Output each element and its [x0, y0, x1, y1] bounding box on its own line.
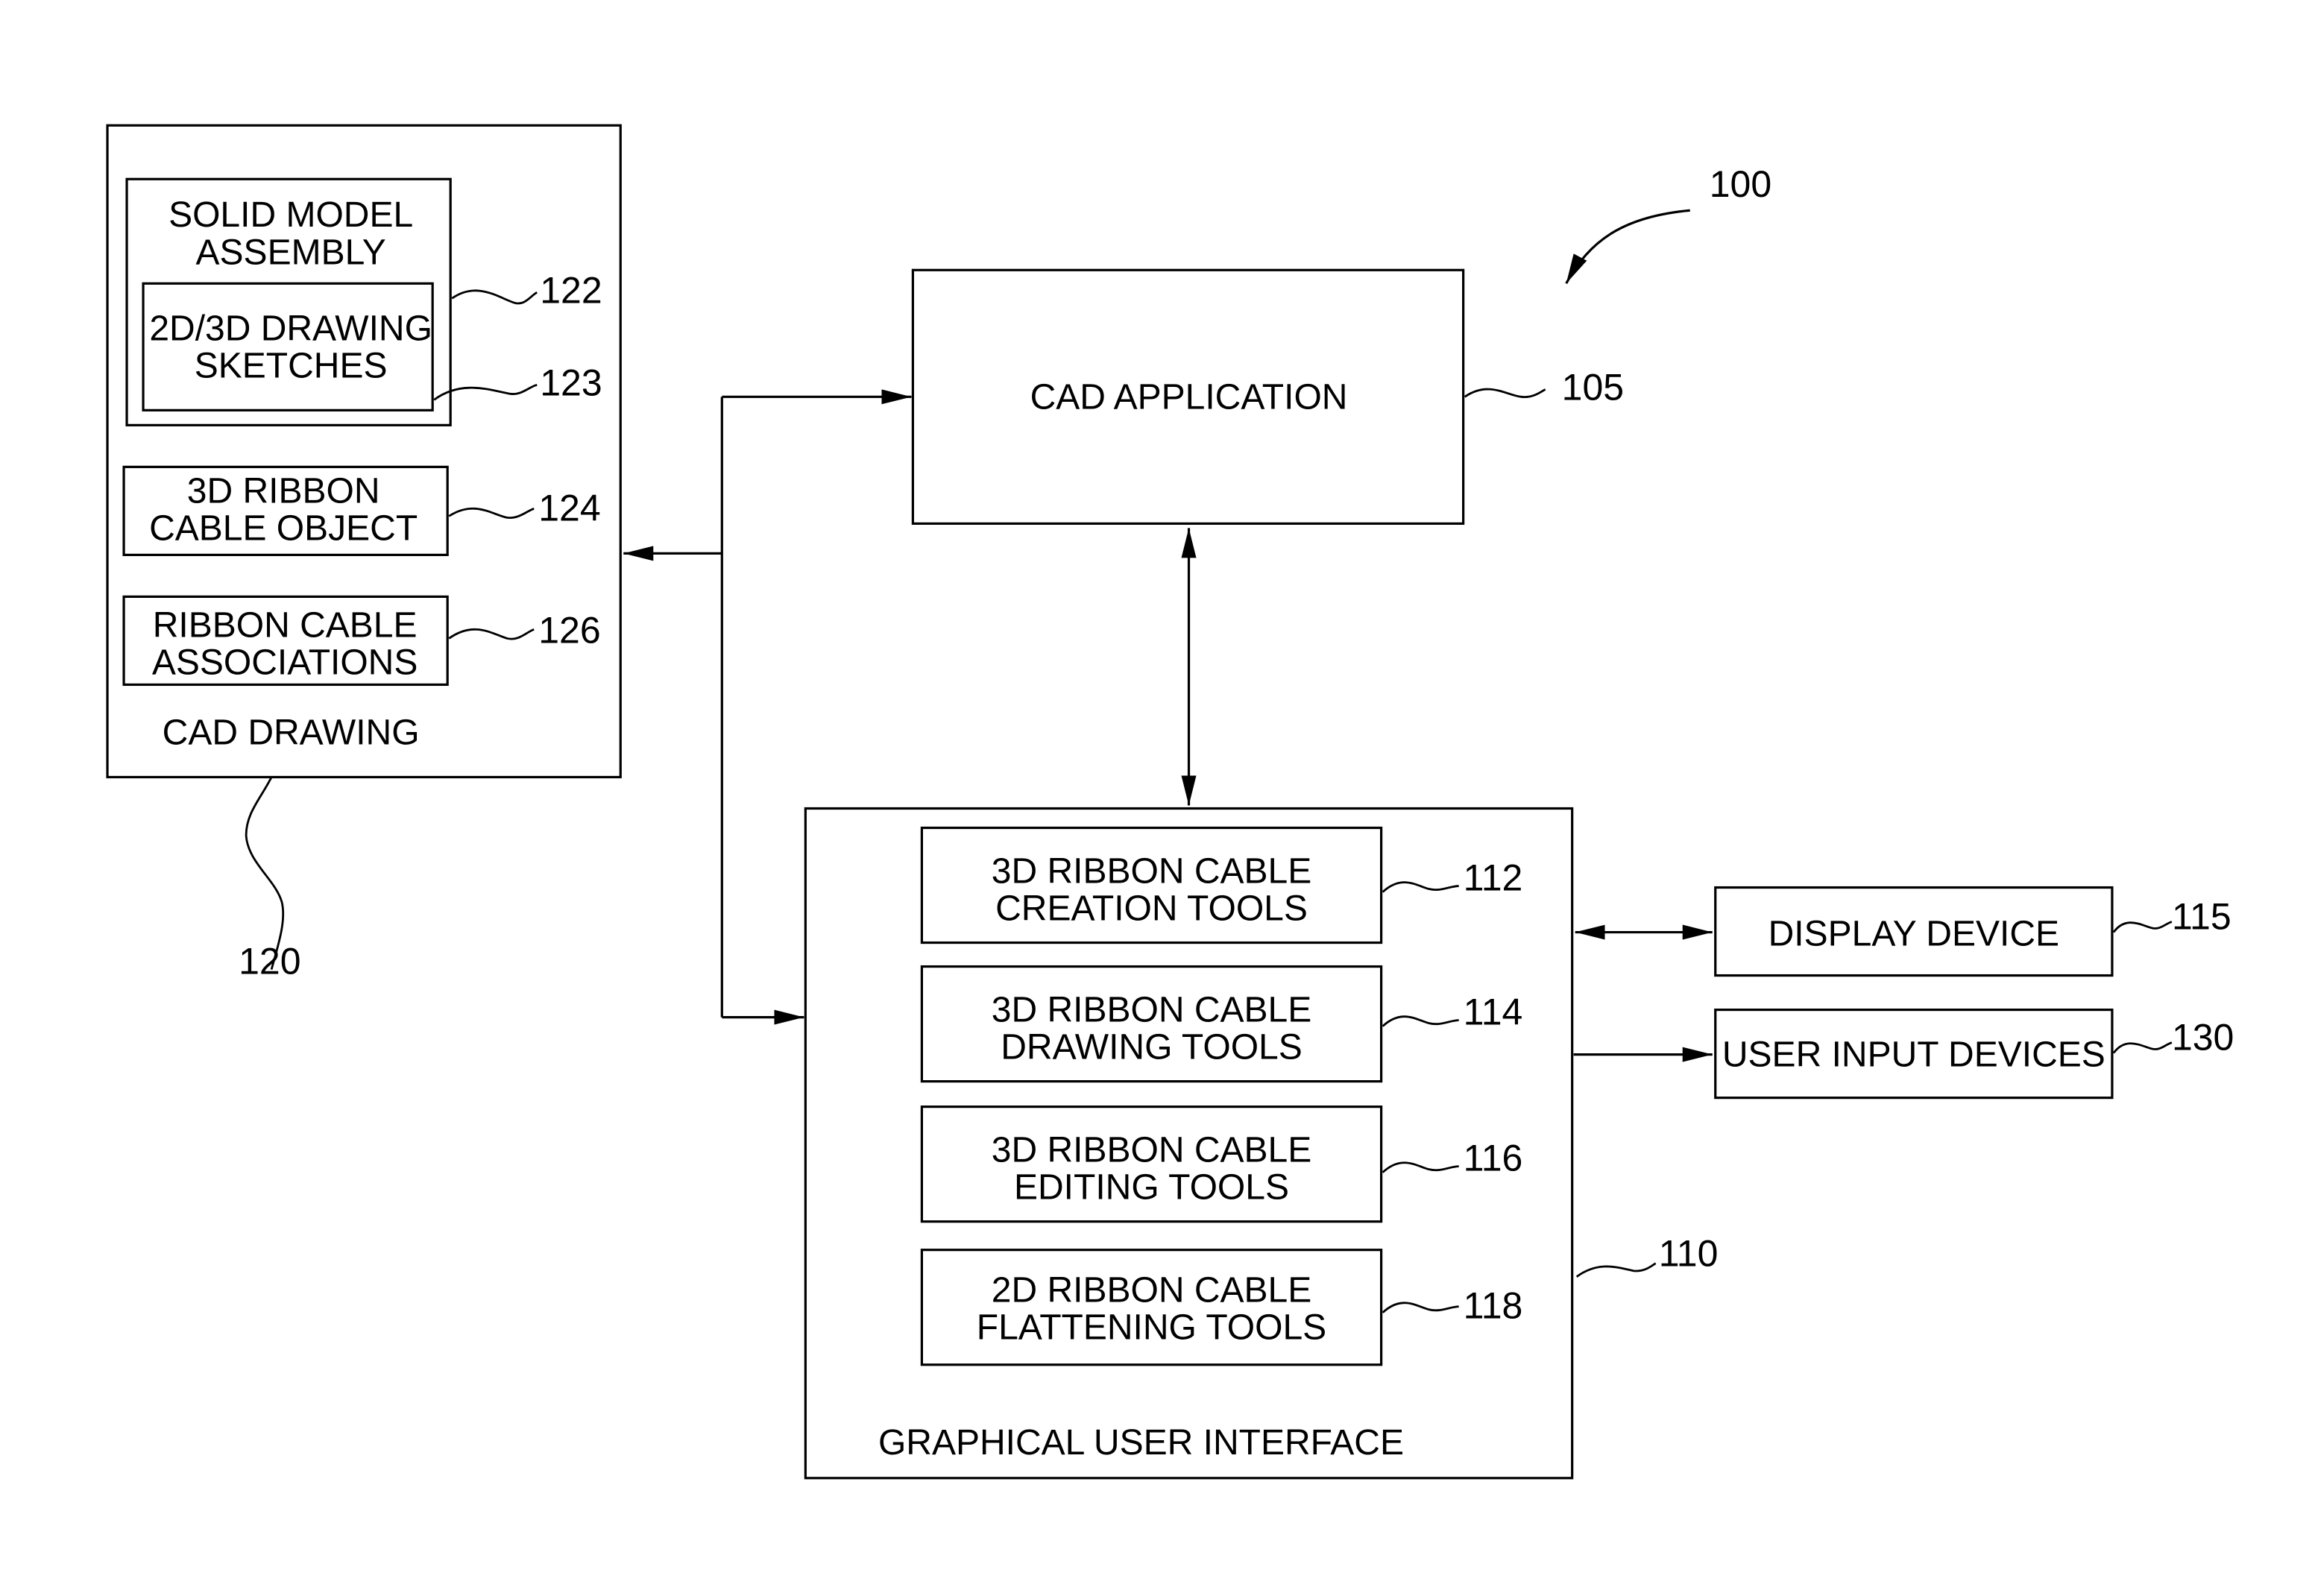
creation-tools-line-2: CREATION TOOLS — [995, 889, 1308, 929]
leader-105 — [1464, 388, 1546, 398]
sketches-line-2: SKETCHES — [195, 346, 388, 385]
drawing-tools-line-1: 3D RIBBON CABLE — [992, 991, 1311, 1030]
figure-ref-label: 100 — [1710, 163, 1771, 205]
gui-label: GRAPHICAL USER INTERFACE — [878, 1423, 1404, 1463]
leader-110 — [1575, 1262, 1657, 1278]
figure-reference: 100 — [1565, 163, 1771, 285]
solid-model-line-1: SOLID MODEL — [168, 195, 413, 235]
ref-130: 130 — [2172, 1017, 2234, 1059]
display-device-label: DISPLAY DEVICE — [1768, 915, 2059, 954]
ref-112: 112 — [1464, 857, 1523, 899]
ref-124: 124 — [538, 487, 600, 529]
ref-110: 110 — [1659, 1233, 1719, 1275]
ref-122: 122 — [540, 269, 602, 311]
ref-126: 126 — [538, 609, 600, 651]
creation-tools-line-1: 3D RIBBON CABLE — [992, 852, 1311, 892]
solid-model-line-2: ASSEMBLY — [196, 233, 386, 272]
ref-114: 114 — [1464, 991, 1523, 1033]
ribbon-object-line-2: CABLE OBJECT — [149, 508, 418, 548]
ribbon-object-line-1: 3D RIBBON — [187, 471, 380, 511]
user-input-block: USER INPUT DEVICES 130 — [1714, 1008, 2234, 1100]
system-block-diagram: 100 CAD DRAWING SOLID MODEL ASSEMBLY 2D/… — [106, 124, 2234, 1480]
leader-130 — [2112, 1041, 2173, 1054]
cad-application-block: CAD APPLICATION 105 — [911, 268, 1624, 525]
ref-116: 116 — [1464, 1138, 1523, 1179]
figure-ref-arrow — [1565, 209, 1690, 285]
gui-block: GRAPHICAL USER INTERFACE 110 3D RIBBON C… — [804, 807, 1719, 1480]
cad-application-label: CAD APPLICATION — [1030, 377, 1348, 417]
ref-120: 120 — [239, 941, 300, 982]
display-device-block: DISPLAY DEVICE 115 — [1714, 886, 2231, 977]
ref-118: 118 — [1464, 1285, 1523, 1327]
user-input-label: USER INPUT DEVICES — [1722, 1035, 2105, 1075]
flattening-tools-line-1: 2D RIBBON CABLE — [992, 1271, 1311, 1310]
associations-line-1: RIBBON CABLE — [153, 605, 418, 645]
editing-tools-line-1: 3D RIBBON CABLE — [992, 1131, 1311, 1170]
drawing-tools-line-2: DRAWING TOOLS — [1001, 1028, 1303, 1067]
ref-123: 123 — [540, 362, 602, 403]
leader-115 — [2112, 921, 2173, 933]
cad-drawing-label: CAD DRAWING — [163, 713, 420, 752]
cad-drawing-block: CAD DRAWING SOLID MODEL ASSEMBLY 2D/3D D… — [106, 124, 622, 982]
editing-tools-line-2: EDITING TOOLS — [1014, 1168, 1289, 1208]
flattening-tools-line-2: FLATTENING TOOLS — [977, 1308, 1326, 1348]
ref-105: 105 — [1562, 366, 1624, 408]
ref-115: 115 — [2172, 896, 2231, 938]
associations-line-2: ASSOCIATIONS — [152, 643, 418, 682]
sketches-line-1: 2D/3D DRAWING — [149, 309, 432, 348]
